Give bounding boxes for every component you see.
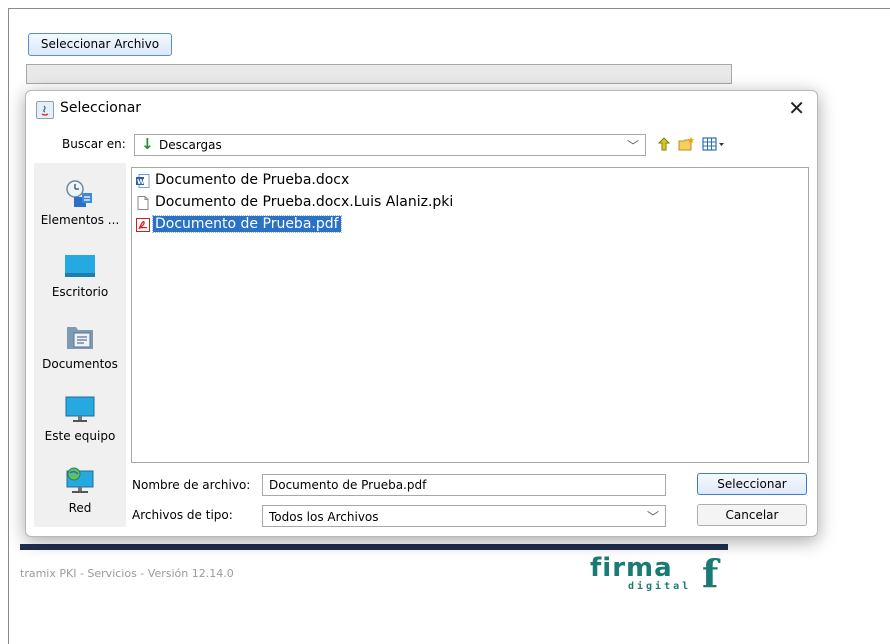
file-name-input[interactable]: Documento de Prueba.pdf	[262, 474, 666, 496]
place-network[interactable]: Red	[34, 457, 126, 521]
chevron-down-icon: ﹀	[626, 139, 639, 153]
logo-text: firma	[590, 553, 673, 583]
progress-bar	[26, 64, 732, 84]
logo-mark: f	[702, 551, 719, 596]
logo-subtext: digital	[628, 581, 692, 592]
documents-folder-icon	[64, 321, 96, 353]
word-document-icon: W	[136, 174, 150, 188]
svg-text:W: W	[137, 178, 145, 186]
file-name: Documento de Prueba.pdf	[152, 215, 342, 233]
chevron-down-icon: ﹀	[646, 510, 659, 524]
file-name: Documento de Prueba.docx.Luis Alaniz.pki	[155, 194, 454, 210]
up-folder-icon[interactable]	[656, 136, 672, 152]
java-app-icon	[36, 101, 54, 119]
file-type-dropdown[interactable]: Todos los Archivos ﹀	[262, 505, 666, 527]
file-list[interactable]: W Documento de Prueba.docx Documento de …	[131, 167, 809, 463]
place-label-desktop: Escritorio	[51, 285, 109, 299]
approve-button[interactable]: Seleccionar	[697, 473, 807, 495]
cancel-button[interactable]: Cancelar	[697, 504, 807, 526]
generic-file-icon	[136, 196, 150, 210]
dialog-title: Seleccionar	[60, 100, 142, 116]
file-name: Documento de Prueba.docx	[155, 172, 350, 188]
file-type-label: Archivos de tipo:	[132, 508, 233, 522]
select-file-button[interactable]: Seleccionar Archivo	[28, 33, 172, 56]
look-in-dropdown[interactable]: ↓ Descargas ﹀	[134, 134, 646, 156]
place-this-pc[interactable]: Este equipo	[34, 385, 126, 449]
place-recent-items[interactable]: Elementos ...	[34, 169, 126, 233]
place-label-documents: Documentos	[42, 357, 118, 371]
look-in-label: Buscar en:	[62, 137, 126, 151]
network-icon	[64, 465, 96, 497]
view-menu-icon[interactable]	[702, 136, 726, 152]
desktop-icon	[64, 249, 96, 281]
place-desktop[interactable]: Escritorio	[34, 241, 126, 305]
footer-version-text: tramix PKI - Servicios - Versión 12.14.0	[20, 567, 234, 580]
pdf-file-icon	[136, 218, 150, 232]
place-label-network: Red	[68, 501, 92, 515]
file-type-value: Todos los Archivos	[269, 510, 379, 524]
computer-icon	[64, 393, 96, 425]
recent-items-icon	[64, 177, 96, 209]
footer-divider	[20, 544, 728, 550]
firma-digital-logo: firma digital f	[590, 551, 730, 597]
file-name-label: Nombre de archivo:	[132, 478, 251, 492]
downloads-arrow-icon: ↓	[141, 135, 154, 153]
look-in-value: Descargas	[159, 138, 222, 152]
places-sidebar: Elementos ... Escritorio Documentos Este…	[34, 163, 126, 527]
place-label-recent: Elementos ...	[40, 213, 120, 227]
dialog-titlebar[interactable]: Seleccionar ✕	[26, 91, 817, 129]
place-label-this-pc: Este equipo	[44, 429, 116, 443]
new-folder-icon[interactable]	[678, 136, 694, 152]
place-documents[interactable]: Documentos	[34, 313, 126, 377]
file-chooser-dialog: Seleccionar ✕ Buscar en: ↓ Descargas ﹀ E…	[25, 90, 818, 537]
close-icon[interactable]: ✕	[788, 97, 805, 119]
